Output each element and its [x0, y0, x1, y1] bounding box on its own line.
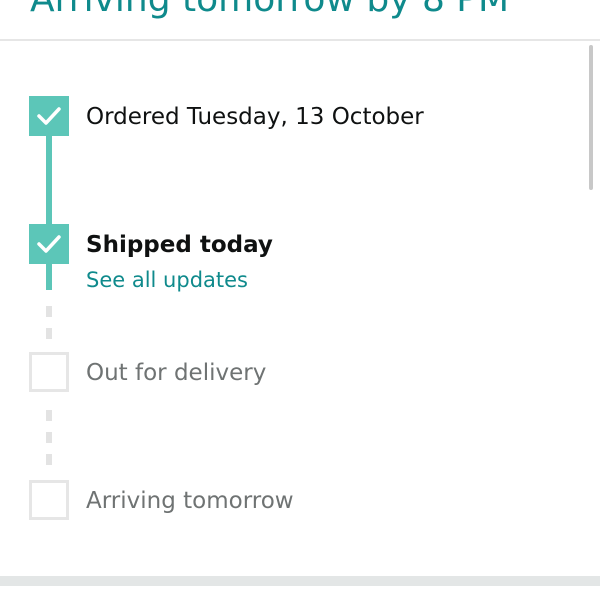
step-out-for-delivery-label: Out for delivery — [86, 360, 267, 386]
delivery-status-title: Arriving tomorrow by 8 PM — [30, 0, 509, 22]
section-divider — [0, 576, 600, 586]
timeline-dash — [46, 328, 52, 339]
step-ordered-label: Ordered Tuesday, 13 October — [86, 104, 424, 130]
step-shipped-checkbox — [29, 224, 69, 264]
step-out-for-delivery-checkbox — [29, 352, 69, 392]
step-arriving-checkbox — [29, 480, 69, 520]
step-arriving-label: Arriving tomorrow — [86, 488, 294, 514]
check-icon — [37, 235, 61, 253]
timeline-progress-line — [46, 130, 52, 290]
header-divider — [0, 39, 600, 41]
see-all-updates-link[interactable]: See all updates — [86, 266, 248, 294]
timeline-dash — [46, 432, 52, 443]
check-icon — [37, 107, 61, 125]
step-ordered-checkbox — [29, 96, 69, 136]
timeline-dash — [46, 454, 52, 465]
timeline-dash — [46, 306, 52, 317]
tracking-screen: Arriving tomorrow by 8 PM Ordered Tuesda… — [0, 0, 600, 600]
step-shipped-label: Shipped today — [86, 232, 273, 258]
timeline-dash — [46, 410, 52, 421]
scrollbar[interactable] — [589, 45, 593, 190]
